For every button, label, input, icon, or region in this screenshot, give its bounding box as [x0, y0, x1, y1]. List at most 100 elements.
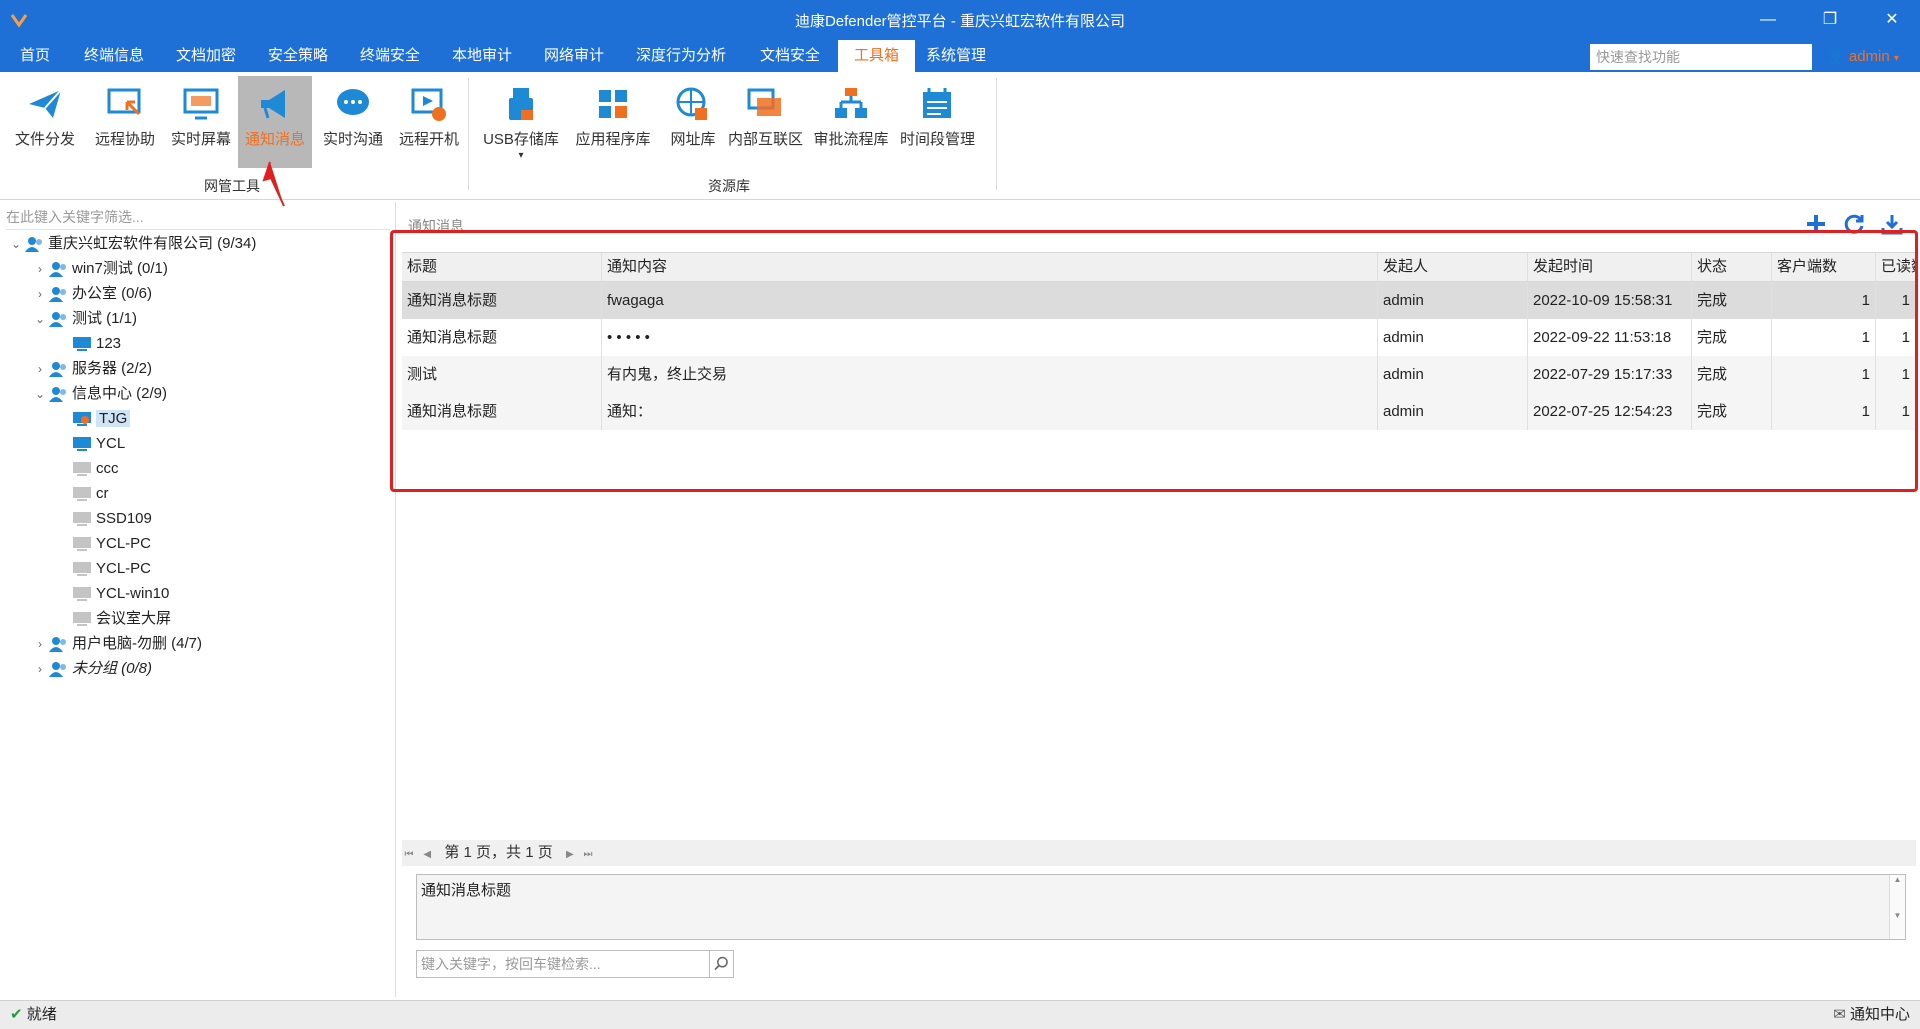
ribbon-tool[interactable]: USB存储库 ▾ — [478, 76, 564, 168]
menu-item[interactable]: 安全策略 — [264, 40, 332, 72]
ribbon-tool[interactable]: 审批流程库 — [808, 76, 894, 168]
tree-node[interactable]: ⌄ 重庆兴虹宏软件有限公司 (9/34) — [8, 232, 256, 256]
table-cell: 1 — [1772, 393, 1876, 430]
ribbon-tool-label: 文件分发 — [14, 131, 75, 148]
tree-toggle-icon[interactable]: › — [32, 357, 48, 381]
tree-node[interactable]: 会议室大屏 — [56, 607, 171, 631]
close-button[interactable]: ✕ — [1880, 8, 1904, 32]
tree-node[interactable]: 123 — [56, 332, 121, 356]
notice-search-input[interactable]: 键入关键字，按回车键检索... — [416, 950, 710, 978]
tree-node[interactable]: YCL-PC — [56, 557, 151, 581]
table-row[interactable]: 测试 有内鬼，终止交易 admin 2022-07-29 15:17:33 完成 1 1 — [402, 356, 1916, 393]
tree-node[interactable]: ⌄ 信息中心 (2/9) — [32, 382, 167, 406]
ribbon-tool[interactable]: 通知消息 — [238, 76, 312, 168]
prev-page-button[interactable]: ◀ — [420, 842, 434, 868]
menu-item[interactable]: 网络审计 — [540, 40, 608, 72]
tree-toggle-icon[interactable]: › — [32, 282, 48, 306]
menu-item[interactable]: 深度行为分析 — [632, 40, 730, 72]
tree-node[interactable]: › 办公室 (0/6) — [32, 282, 152, 306]
paper-plane-icon — [29, 89, 62, 118]
tree-node[interactable]: › 未分组 (0/8) — [32, 657, 152, 681]
column-header[interactable]: 发起人 — [1378, 253, 1528, 281]
tree-toggle-icon[interactable]: › — [32, 632, 48, 656]
menu-item[interactable]: 文档安全 — [756, 40, 824, 72]
ribbon-tool[interactable]: 网址库 — [656, 76, 730, 168]
tree-node-label: 服务器 (2/2) — [72, 360, 153, 377]
chevron-down-icon: ▾ — [1893, 53, 1899, 64]
next-page-button[interactable]: ▶ — [563, 842, 577, 868]
tree-node[interactable]: › 用户电脑-勿删 (4/7) — [32, 632, 202, 656]
tree-toggle-icon[interactable]: ⌄ — [32, 382, 48, 406]
column-header[interactable]: 状态 — [1692, 253, 1772, 281]
column-header[interactable]: 客户端数 — [1772, 253, 1876, 281]
add-icon[interactable] — [1804, 212, 1828, 236]
tree-node[interactable]: YCL-win10 — [56, 582, 169, 606]
table-cell: 2022-09-22 11:53:18 — [1528, 319, 1692, 356]
tree-toggle-icon[interactable]: › — [32, 657, 48, 681]
tree-toggle-icon[interactable]: ⌄ — [32, 307, 48, 331]
table-cell: 1 — [1876, 319, 1916, 356]
column-header[interactable]: 标题 — [402, 253, 602, 281]
terminal-tree-panel: 在此键入关键字筛选... ⌄ 重庆兴虹宏软件有限公司 (9/34) › win7测试 … — [0, 202, 396, 997]
quick-search-input[interactable]: 快速查找功能 — [1590, 44, 1812, 70]
refresh-icon[interactable] — [1842, 212, 1866, 236]
ribbon-tool[interactable]: 应用程序库 — [570, 76, 656, 168]
menu-item[interactable]: 终端信息 — [80, 40, 148, 72]
notice-detail-box[interactable]: 通知消息标题 ▲ ▼ — [416, 874, 1906, 940]
table-row[interactable]: 通知消息标题 • • • • • admin 2022-09-22 11:53:18 完… — [402, 319, 1916, 356]
tree-node[interactable]: SSD109 — [56, 507, 152, 531]
ribbon-tool[interactable]: 实时屏幕 — [164, 76, 238, 168]
tree-node[interactable]: cr — [56, 482, 109, 506]
ribbon-tool[interactable]: 远程协助 — [88, 76, 162, 168]
ribbon-tool-label: 实时沟通 — [322, 131, 383, 148]
tree-node[interactable]: › 服务器 (2/2) — [32, 357, 152, 381]
menu-item[interactable]: 终端安全 — [356, 40, 424, 72]
user-menu[interactable]: 👤 admin ▾ — [1826, 44, 1899, 70]
column-header[interactable]: 发起时间 — [1528, 253, 1692, 281]
first-page-button[interactable]: ⏮ — [402, 842, 416, 868]
user-group-icon — [49, 362, 66, 378]
user-group-icon — [49, 312, 66, 328]
notify-center-button[interactable]: ✉ 通知中心 — [1833, 1001, 1910, 1029]
tree-filter-input[interactable]: 在此键入关键字筛选... — [6, 204, 390, 230]
computer-offline-icon — [73, 462, 91, 477]
table-cell: 1 — [1876, 356, 1916, 393]
menu-item[interactable]: 工具箱 — [838, 40, 916, 72]
ribbon-tool[interactable]: 实时沟通 — [316, 76, 390, 168]
restore-button[interactable]: ❐ — [1818, 8, 1842, 32]
tree-node[interactable]: ccc — [56, 457, 119, 481]
last-page-button[interactable]: ⏭ — [581, 842, 595, 868]
table-row[interactable]: 通知消息标题 通知： admin 2022-07-25 12:54:23 完成 1 1 — [402, 393, 1916, 430]
tree-toggle-icon[interactable]: ⌄ — [8, 232, 24, 256]
column-header[interactable]: 已读数 — [1876, 253, 1916, 281]
menu-item[interactable]: 本地审计 — [448, 40, 516, 72]
flow-icon — [835, 88, 867, 118]
column-header[interactable]: 通知内容 — [602, 253, 1378, 281]
tree-node[interactable]: YCL-PC — [56, 532, 151, 556]
tree-toggle-icon[interactable]: › — [32, 257, 48, 281]
tree-node[interactable]: ⌄ 测试 (1/1) — [32, 307, 137, 331]
tree-node[interactable]: TJG — [56, 407, 131, 431]
table-cell: 完成 — [1692, 282, 1772, 319]
ribbon-tool[interactable]: 内部互联区 — [728, 76, 803, 168]
menu-item[interactable]: 首页 — [16, 40, 54, 72]
ribbon: 文件分发 远程协助 实时屏幕 通知消息 实时沟通 远程开机 USB存储库 ▾ 应用程序库 网址库内… — [0, 72, 1920, 200]
user-group-icon — [49, 637, 66, 653]
ribbon-divider — [468, 78, 469, 190]
menu-item[interactable]: 系统管理 — [922, 40, 990, 72]
computer-self-icon — [73, 412, 91, 427]
computer-offline-icon — [73, 487, 91, 502]
menu-item[interactable]: 文档加密 — [172, 40, 240, 72]
detail-scrollbar[interactable]: ▲ ▼ — [1889, 875, 1905, 939]
ribbon-tool[interactable]: 远程开机 — [392, 76, 466, 168]
export-icon[interactable] — [1880, 212, 1904, 236]
search-icon[interactable] — [710, 950, 734, 978]
ribbon-tool[interactable]: 文件分发 — [8, 76, 82, 168]
minimize-button[interactable]: — — [1756, 8, 1780, 32]
table-row[interactable]: 通知消息标题 fwagaga admin 2022-10-09 15:58:31 完成 1… — [402, 282, 1916, 319]
ribbon-tool[interactable]: 时间段管理 — [900, 76, 975, 168]
tree-node[interactable]: YCL — [56, 432, 125, 456]
ribbon-tool-label: 远程协助 — [94, 131, 155, 148]
tree-node-label: 重庆兴虹宏软件有限公司 (9/34) — [48, 235, 257, 252]
tree-node[interactable]: › win7测试 (0/1) — [32, 257, 168, 281]
